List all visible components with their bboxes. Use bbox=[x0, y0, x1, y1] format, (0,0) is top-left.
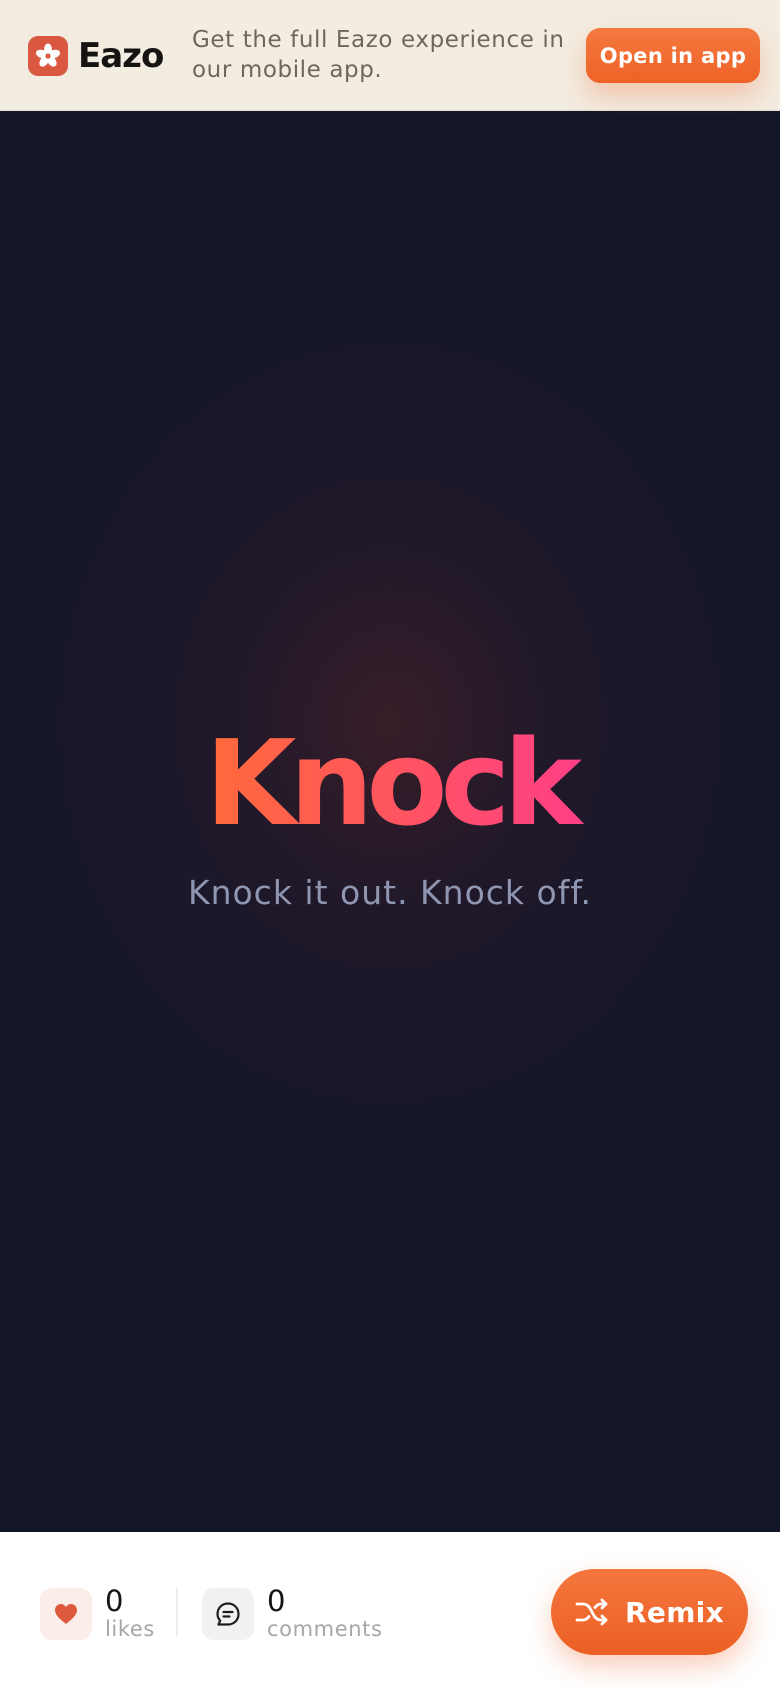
banner-message: Get the full Eazo experience in our mobi… bbox=[192, 27, 565, 83]
hero-title-text: Knock bbox=[205, 721, 584, 851]
brand[interactable]: Eazo bbox=[28, 36, 164, 76]
shuffle-icon bbox=[575, 1598, 608, 1626]
likes-count: 0 bbox=[105, 1584, 124, 1618]
hero-title: Knock bbox=[0, 721, 780, 851]
like-button[interactable] bbox=[40, 1588, 92, 1640]
comments-stat-text: 0 comments bbox=[267, 1586, 383, 1642]
likes-stat-text: 0 likes bbox=[105, 1586, 155, 1642]
hero-tagline: Knock it out. Knock off. bbox=[187, 873, 593, 912]
comment-icon bbox=[216, 1602, 240, 1626]
comments-stat[interactable]: 0 comments bbox=[202, 1586, 383, 1642]
hero-title-graphic: Knock bbox=[205, 721, 591, 851]
heart-icon bbox=[55, 1604, 77, 1624]
brand-name: Eazo bbox=[78, 36, 164, 76]
stats-divider bbox=[176, 1588, 178, 1636]
remix-label: Remix bbox=[625, 1595, 724, 1629]
comment-button[interactable] bbox=[202, 1588, 254, 1640]
bottom-action-bar: 0 likes 0 comments Remix bbox=[0, 1532, 780, 1688]
app-promo-banner: Eazo Get the full Eazo experience in our… bbox=[0, 0, 780, 111]
asterisk-logo-icon bbox=[28, 36, 68, 76]
app-preview: Knock Knock it out. Knock off. bbox=[0, 111, 780, 1532]
comments-count: 0 bbox=[267, 1584, 286, 1618]
open-in-app-button[interactable]: Open in app bbox=[586, 28, 760, 83]
remix-button[interactable]: Remix bbox=[551, 1569, 748, 1655]
comments-label: comments bbox=[267, 1617, 383, 1641]
likes-label: likes bbox=[105, 1617, 155, 1641]
likes-stat[interactable]: 0 likes bbox=[40, 1586, 155, 1642]
